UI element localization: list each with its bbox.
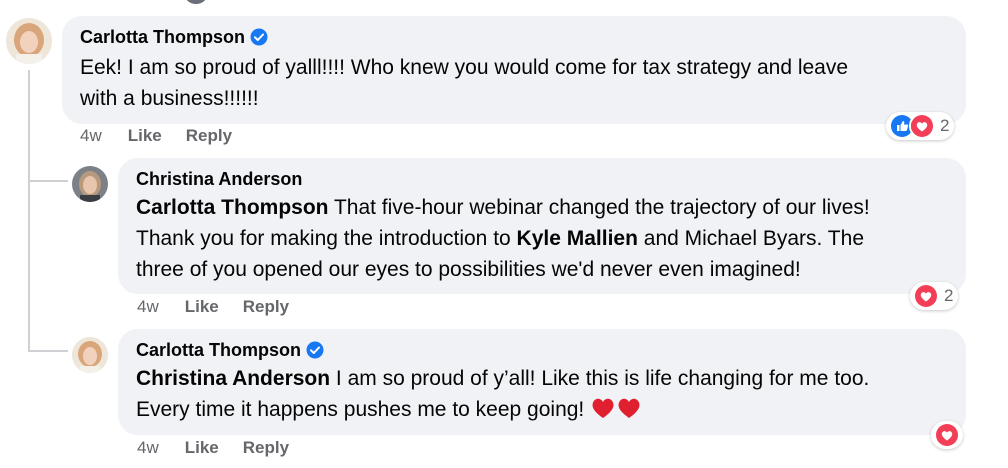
reactions-summary[interactable]: 2: [910, 282, 959, 310]
reaction-count: 2: [940, 116, 950, 135]
red-heart-emoji-icon: [590, 396, 616, 420]
avatar-partial: [185, 0, 207, 4]
reply-button[interactable]: Reply: [243, 438, 289, 458]
thread-line-vertical-2: [28, 180, 30, 350]
comment-text-segment: Thank you for making the introduction to: [136, 227, 517, 250]
verified-badge-icon: [306, 341, 324, 359]
comment-bubble: Carlotta Thompson Eek! I am so proud of …: [62, 16, 966, 124]
comment-text-line: Every time it happens pushes me to keep …: [136, 394, 948, 425]
reply-button[interactable]: Reply: [243, 297, 289, 317]
love-reaction-icon: [913, 283, 939, 309]
comment-actions: 4w Like Reply: [137, 438, 313, 458]
avatar-christina[interactable]: [72, 166, 108, 202]
comment-timestamp[interactable]: 4w: [137, 438, 159, 458]
mention-link[interactable]: Kyle Mallien: [517, 227, 638, 250]
reply-connector: [28, 180, 68, 182]
comment-timestamp[interactable]: 4w: [80, 126, 102, 146]
mention-link[interactable]: Christina Anderson: [136, 367, 330, 390]
comment-text-line: Carlotta Thompson That five-hour webinar…: [136, 192, 948, 223]
like-button[interactable]: Like: [185, 438, 219, 458]
comment-timestamp[interactable]: 4w: [137, 297, 159, 317]
comment-text-segment: I am so proud of y’all! Like this is lif…: [330, 367, 870, 390]
reply-bubble: Christina Anderson Carlotta Thompson Tha…: [118, 158, 966, 294]
comment-author[interactable]: Christina Anderson: [136, 168, 302, 190]
avatar-carlotta[interactable]: [72, 337, 108, 373]
comment-text: Carlotta Thompson That five-hour webinar…: [136, 192, 948, 285]
like-button[interactable]: Like: [128, 126, 162, 146]
comment-text: Christina Anderson I am so proud of y’al…: [136, 363, 948, 425]
comment-author-row: Christina Anderson: [136, 168, 948, 190]
reaction-count: 2: [944, 286, 954, 305]
reply-bubble: Carlotta Thompson Christina Anderson I a…: [118, 329, 966, 435]
comment-author[interactable]: Carlotta Thompson: [136, 339, 301, 361]
reply-connector: [28, 350, 68, 352]
red-heart-emoji-icon: [616, 396, 642, 420]
mention-link[interactable]: Carlotta Thompson: [136, 196, 329, 219]
comment-actions: 4w Like Reply: [137, 297, 313, 317]
comment-text-segment: and Michael Byars. The: [637, 227, 864, 250]
like-button[interactable]: Like: [185, 297, 219, 317]
love-reaction-icon: [934, 422, 960, 448]
comment-text-line: Eek! I am so proud of yalll!!!! Who knew…: [80, 56, 849, 79]
thread-line-vertical: [28, 70, 30, 180]
reply-button[interactable]: Reply: [186, 126, 232, 146]
comment-text-line: Christina Anderson I am so proud of y’al…: [136, 363, 948, 394]
comment-actions: 4w Like Reply: [80, 126, 256, 146]
comment-text: Eek! I am so proud of yalll!!!! Who knew…: [80, 52, 948, 114]
comment-author-row: Carlotta Thompson: [80, 26, 948, 48]
comment-text-line: with a business!!!!!!: [80, 87, 259, 110]
verified-badge-icon: [250, 28, 268, 46]
comment-author-row: Carlotta Thompson: [136, 339, 948, 361]
comment-text-line: three of you opened our eyes to possibil…: [136, 258, 801, 281]
comment-text-line: Thank you for making the introduction to…: [136, 223, 948, 254]
comment-author[interactable]: Carlotta Thompson: [80, 26, 245, 48]
avatar-carlotta[interactable]: [6, 18, 52, 64]
comment-text-segment: That five-hour webinar changed the traje…: [328, 196, 870, 219]
reactions-summary[interactable]: [931, 421, 963, 449]
reactions-summary[interactable]: 2: [886, 112, 955, 140]
love-reaction-icon: [909, 113, 935, 139]
comment-text-segment: Every time it happens pushes me to keep …: [136, 398, 591, 421]
